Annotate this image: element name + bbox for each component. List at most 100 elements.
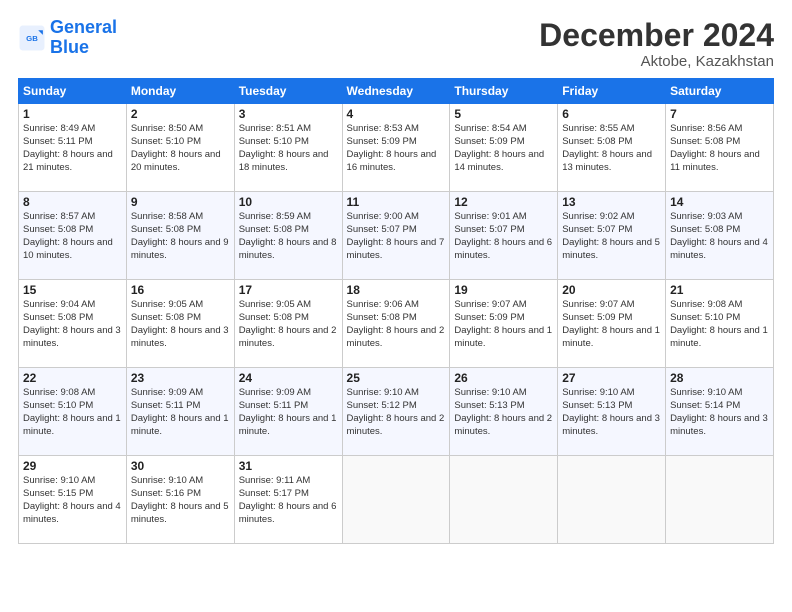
calendar-cell [666, 456, 774, 544]
day-info: Sunrise: 9:10 AMSunset: 5:16 PMDaylight:… [131, 475, 230, 526]
day-info: Sunrise: 9:10 AMSunset: 5:13 PMDaylight:… [454, 387, 553, 438]
calendar-cell: 26 Sunrise: 9:10 AMSunset: 5:13 PMDayligh… [450, 368, 558, 456]
day-number: 31 [239, 459, 338, 473]
calendar-cell: 6 Sunrise: 8:55 AMSunset: 5:08 PMDaylight… [558, 104, 666, 192]
day-info: Sunrise: 9:11 AMSunset: 5:17 PMDaylight:… [239, 475, 338, 526]
day-number: 11 [347, 195, 446, 209]
calendar-cell: 7 Sunrise: 8:56 AMSunset: 5:08 PMDaylight… [666, 104, 774, 192]
day-info: Sunrise: 9:07 AMSunset: 5:09 PMDaylight:… [562, 299, 661, 350]
day-info: Sunrise: 8:54 AMSunset: 5:09 PMDaylight:… [454, 123, 553, 174]
logo-icon: GB [18, 24, 46, 52]
day-number: 1 [23, 107, 122, 121]
calendar-cell: 16 Sunrise: 9:05 AMSunset: 5:08 PMDayligh… [126, 280, 234, 368]
calendar-cell: 11 Sunrise: 9:00 AMSunset: 5:07 PMDayligh… [342, 192, 450, 280]
calendar-cell: 20Sunrise: 9:07 AMSunset: 5:09 PMDayligh… [558, 280, 666, 368]
calendar-cell: 9Sunrise: 8:58 AMSunset: 5:08 PMDaylight… [126, 192, 234, 280]
calendar-week-2: 8 Sunrise: 8:57 AMSunset: 5:08 PMDaylight… [19, 192, 774, 280]
main-title: December 2024 [539, 18, 774, 53]
day-info: Sunrise: 9:04 AMSunset: 5:08 PMDaylight:… [23, 299, 122, 350]
day-info: Sunrise: 9:02 AMSunset: 5:07 PMDaylight:… [562, 211, 661, 262]
calendar-week-1: 1Sunrise: 8:49 AMSunset: 5:11 PMDaylight… [19, 104, 774, 192]
day-number: 7 [670, 107, 769, 121]
day-number: 22 [23, 371, 122, 385]
calendar-cell: 24 Sunrise: 9:09 AMSunset: 5:11 PMDayligh… [234, 368, 342, 456]
calendar-cell: 17 Sunrise: 9:05 AMSunset: 5:08 PMDayligh… [234, 280, 342, 368]
calendar-cell: 12Sunrise: 9:01 AMSunset: 5:07 PMDayligh… [450, 192, 558, 280]
day-info: Sunrise: 8:59 AMSunset: 5:08 PMDaylight:… [239, 211, 338, 262]
day-info: Sunrise: 8:51 AMSunset: 5:10 PMDaylight:… [239, 123, 338, 174]
day-info: Sunrise: 9:01 AMSunset: 5:07 PMDaylight:… [454, 211, 553, 262]
day-info: Sunrise: 9:08 AMSunset: 5:10 PMDaylight:… [670, 299, 769, 350]
day-info: Sunrise: 8:57 AMSunset: 5:08 PMDaylight:… [23, 211, 122, 262]
calendar-cell: 30 Sunrise: 9:10 AMSunset: 5:16 PMDayligh… [126, 456, 234, 544]
day-header-tuesday: Tuesday [234, 79, 342, 104]
calendar-cell: 5 Sunrise: 8:54 AMSunset: 5:09 PMDaylight… [450, 104, 558, 192]
day-number: 5 [454, 107, 553, 121]
day-info: Sunrise: 9:00 AMSunset: 5:07 PMDaylight:… [347, 211, 446, 262]
page: GB General Blue December 2024 Aktobe, Ka… [0, 0, 792, 612]
day-info: Sunrise: 9:07 AMSunset: 5:09 PMDaylight:… [454, 299, 553, 350]
day-number: 24 [239, 371, 338, 385]
day-info: Sunrise: 9:10 AMSunset: 5:12 PMDaylight:… [347, 387, 446, 438]
calendar-cell: 19 Sunrise: 9:07 AMSunset: 5:09 PMDayligh… [450, 280, 558, 368]
day-number: 3 [239, 107, 338, 121]
title-block: December 2024 Aktobe, Kazakhstan [539, 18, 774, 70]
header: GB General Blue December 2024 Aktobe, Ka… [18, 18, 774, 70]
day-info: Sunrise: 9:10 AMSunset: 5:13 PMDaylight:… [562, 387, 661, 438]
day-info: Sunrise: 8:56 AMSunset: 5:08 PMDaylight:… [670, 123, 769, 174]
day-info: Sunrise: 8:58 AMSunset: 5:08 PMDaylight:… [131, 211, 230, 262]
calendar-cell: 2 Sunrise: 8:50 AMSunset: 5:10 PMDaylight… [126, 104, 234, 192]
day-header-saturday: Saturday [666, 79, 774, 104]
calendar-cell: 21 Sunrise: 9:08 AMSunset: 5:10 PMDayligh… [666, 280, 774, 368]
day-number: 25 [347, 371, 446, 385]
day-info: Sunrise: 9:05 AMSunset: 5:08 PMDaylight:… [131, 299, 230, 350]
calendar-cell: 28 Sunrise: 9:10 AMSunset: 5:14 PMDayligh… [666, 368, 774, 456]
day-number: 13 [562, 195, 661, 209]
day-header-wednesday: Wednesday [342, 79, 450, 104]
day-number: 21 [670, 283, 769, 297]
calendar-cell [558, 456, 666, 544]
calendar-header-row: SundayMondayTuesdayWednesdayThursdayFrid… [19, 79, 774, 104]
day-number: 29 [23, 459, 122, 473]
day-number: 26 [454, 371, 553, 385]
day-header-monday: Monday [126, 79, 234, 104]
day-number: 17 [239, 283, 338, 297]
day-number: 19 [454, 283, 553, 297]
calendar-cell: 25 Sunrise: 9:10 AMSunset: 5:12 PMDayligh… [342, 368, 450, 456]
calendar-cell: 23Sunrise: 9:09 AMSunset: 5:11 PMDayligh… [126, 368, 234, 456]
logo-text: General Blue [50, 18, 117, 58]
calendar-cell: 14Sunrise: 9:03 AMSunset: 5:08 PMDayligh… [666, 192, 774, 280]
day-info: Sunrise: 9:10 AMSunset: 5:14 PMDaylight:… [670, 387, 769, 438]
day-number: 6 [562, 107, 661, 121]
logo: GB General Blue [18, 18, 117, 58]
day-number: 14 [670, 195, 769, 209]
day-number: 23 [131, 371, 230, 385]
subtitle: Aktobe, Kazakhstan [539, 53, 774, 70]
logo-line2: Blue [50, 37, 89, 57]
day-info: Sunrise: 8:50 AMSunset: 5:10 PMDaylight:… [131, 123, 230, 174]
calendar-cell [450, 456, 558, 544]
calendar-cell: 18Sunrise: 9:06 AMSunset: 5:08 PMDayligh… [342, 280, 450, 368]
day-header-sunday: Sunday [19, 79, 127, 104]
day-number: 15 [23, 283, 122, 297]
logo-line1: General [50, 17, 117, 37]
day-header-friday: Friday [558, 79, 666, 104]
day-number: 18 [347, 283, 446, 297]
calendar-week-5: 29Sunrise: 9:10 AMSunset: 5:15 PMDayligh… [19, 456, 774, 544]
day-info: Sunrise: 8:53 AMSunset: 5:09 PMDaylight:… [347, 123, 446, 174]
day-number: 2 [131, 107, 230, 121]
day-number: 28 [670, 371, 769, 385]
calendar-week-4: 22Sunrise: 9:08 AMSunset: 5:10 PMDayligh… [19, 368, 774, 456]
day-number: 4 [347, 107, 446, 121]
calendar-cell: 31 Sunrise: 9:11 AMSunset: 5:17 PMDayligh… [234, 456, 342, 544]
day-header-thursday: Thursday [450, 79, 558, 104]
day-info: Sunrise: 9:09 AMSunset: 5:11 PMDaylight:… [239, 387, 338, 438]
calendar-cell [342, 456, 450, 544]
day-info: Sunrise: 8:55 AMSunset: 5:08 PMDaylight:… [562, 123, 661, 174]
day-number: 8 [23, 195, 122, 209]
day-info: Sunrise: 9:05 AMSunset: 5:08 PMDaylight:… [239, 299, 338, 350]
calendar-cell: 10Sunrise: 8:59 AMSunset: 5:08 PMDayligh… [234, 192, 342, 280]
calendar-cell: 15 Sunrise: 9:04 AMSunset: 5:08 PMDayligh… [19, 280, 127, 368]
day-number: 30 [131, 459, 230, 473]
day-number: 16 [131, 283, 230, 297]
